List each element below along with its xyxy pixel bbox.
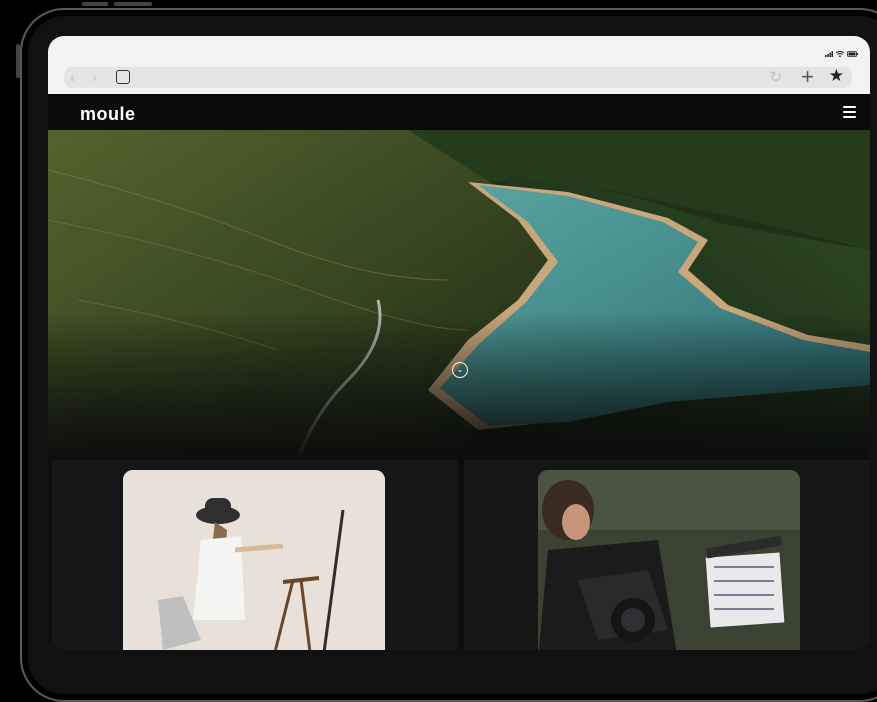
battery-icon	[847, 50, 858, 59]
chevron-left-icon[interactable]: ‹	[70, 70, 75, 85]
site-header: moule	[48, 94, 870, 130]
address-bar[interactable]: ‹ › ↻ + ★	[64, 64, 852, 90]
hardware-button	[114, 2, 152, 6]
chevron-right-icon[interactable]: ›	[92, 70, 97, 85]
signal-icon	[825, 50, 833, 59]
star-icon[interactable]: ★	[829, 66, 844, 86]
chevron-down-circle-icon[interactable]: ⌄	[452, 362, 468, 378]
card-image-painter[interactable]	[123, 470, 385, 650]
card-section	[48, 460, 870, 650]
browser-toolbar: ‹ › ↻ + ★	[48, 62, 870, 94]
hardware-button	[82, 2, 108, 6]
tabs-square-icon[interactable]	[116, 70, 130, 84]
site-logo[interactable]: moule	[80, 104, 136, 125]
plus-icon[interactable]: +	[801, 64, 814, 90]
hamburger-icon[interactable]	[843, 106, 856, 121]
reload-icon[interactable]: ↻	[769, 68, 782, 86]
status-bar	[48, 36, 870, 62]
wifi-icon	[835, 50, 845, 59]
screen: ‹ › ↻ + ★ moule ⌄	[48, 36, 870, 650]
hardware-button	[16, 44, 20, 78]
hero-image: ⌄	[48, 130, 870, 460]
card-image-filmmaker[interactable]	[538, 470, 800, 650]
